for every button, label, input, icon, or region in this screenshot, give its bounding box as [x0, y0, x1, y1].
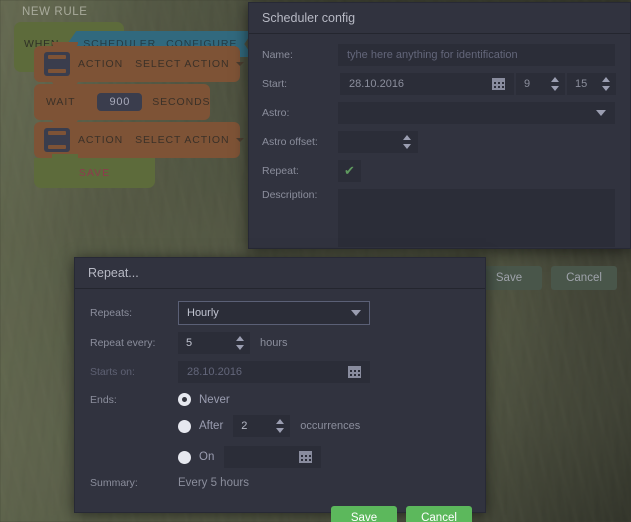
ends-never-row: Ends: Never — [90, 393, 470, 406]
repeat-every-row: Repeat every: 5 hours — [90, 332, 470, 354]
action-block-2-label: ACTION — [78, 134, 124, 146]
ends-after-label: After — [199, 420, 224, 432]
ends-never-radio[interactable] — [178, 393, 191, 406]
name-input-placeholder: tyhe here anything for identification — [347, 49, 518, 61]
scheduler-dialog-header: Scheduler config — [249, 3, 630, 34]
action-block-2[interactable]: ACTION SELECT ACTION — [34, 118, 245, 158]
scheduler-astro-row: Astro: — [262, 102, 617, 124]
ends-on-date-input[interactable] — [224, 446, 322, 468]
name-label: Name: — [262, 49, 293, 61]
rule-save-button[interactable]: SAVE — [34, 154, 155, 188]
wait-block[interactable]: WAIT 900 SECONDS — [34, 80, 211, 120]
name-input[interactable]: tyhe here anything for identification — [338, 44, 615, 66]
repeat-dialog-title: Repeat... — [88, 266, 139, 280]
description-label: Description: — [262, 189, 318, 201]
astro-select[interactable] — [338, 102, 615, 124]
spinner-updown-icon[interactable] — [602, 77, 611, 91]
chevron-down-icon — [236, 62, 245, 66]
scheduler-repeat-row: Repeat: ✔ — [262, 160, 617, 182]
start-date-input[interactable]: 28.10.2016 — [340, 73, 514, 95]
calendar-icon — [348, 366, 361, 378]
summary-label: Summary: — [90, 477, 138, 489]
ends-after-stepper[interactable]: 2 — [233, 415, 291, 437]
starts-on-value: 28.10.2016 — [187, 366, 243, 378]
start-hour-value: 9 — [524, 78, 531, 90]
astro-offset-stepper[interactable] — [338, 131, 418, 153]
rule-save-label: SAVE — [78, 167, 111, 179]
scheduler-astro-offset-row: Astro offset: — [262, 131, 617, 153]
start-label: Start: — [262, 78, 288, 90]
chevron-down-icon — [596, 110, 606, 116]
repeat-every-stepper[interactable]: 5 — [178, 332, 250, 354]
repeat-cancel-button[interactable]: Cancel — [406, 506, 472, 522]
repeats-combobox[interactable]: Hourly — [178, 301, 370, 325]
action-placeholder-icon — [44, 128, 70, 152]
scheduler-dialog-body: Name: tyhe here anything for identificat… — [249, 34, 630, 260]
scheduler-dialog-title: Scheduler config — [262, 11, 356, 25]
repeat-dialog-footer: Save Cancel — [75, 500, 485, 522]
starts-on-input: 28.10.2016 — [178, 361, 370, 383]
repeat-every-unit: hours — [260, 337, 288, 349]
repeats-row: Repeats: Hourly — [90, 301, 470, 325]
start-date-value: 28.10.2016 — [349, 78, 405, 90]
calendar-icon[interactable] — [299, 451, 313, 463]
ends-after-radio[interactable] — [178, 419, 191, 433]
ends-label: Ends: — [90, 393, 117, 406]
chevron-down-icon[interactable] — [351, 310, 361, 316]
starts-on-label: Starts on: — [90, 366, 135, 378]
page-title: NEW RULE — [22, 6, 88, 18]
spinner-updown-icon[interactable] — [551, 77, 560, 91]
ends-on-row: On — [90, 446, 470, 468]
description-textarea[interactable] — [338, 189, 615, 247]
action-block-2-select[interactable]: SELECT ACTION — [135, 134, 245, 146]
check-icon: ✔ — [344, 163, 355, 178]
start-minute-stepper[interactable]: 15 — [567, 73, 616, 95]
action-block-2-select-label: SELECT ACTION — [135, 134, 230, 146]
summary-row: Summary: Every 5 hours — [90, 477, 470, 489]
action-block-1-select[interactable]: SELECT ACTION — [135, 58, 245, 70]
start-minute-value: 15 — [575, 78, 588, 90]
summary-value: Every 5 hours — [178, 477, 249, 489]
calendar-icon[interactable] — [492, 78, 505, 90]
rule-editor: NEW RULE WHEN SCHEDULER CONFIGURE ACTION… — [14, 6, 246, 188]
scheduler-config-dialog: Scheduler config Name: tyhe here anythin… — [248, 2, 631, 290]
ends-after-value: 2 — [241, 420, 248, 432]
repeat-dialog: Repeat... Repeats: Hourly Repeat every: … — [74, 257, 486, 522]
repeat-checkbox[interactable]: ✔ — [338, 160, 361, 182]
repeats-label: Repeats: — [90, 307, 133, 319]
ends-after-row: After 2 occurrences — [90, 415, 470, 437]
repeat-dialog-header: Repeat... — [75, 258, 485, 289]
wait-block-unit: SECONDS — [152, 96, 211, 108]
action-block-1-select-label: SELECT ACTION — [135, 58, 230, 70]
spinner-updown-icon[interactable] — [276, 419, 285, 433]
action-block-1[interactable]: ACTION SELECT ACTION — [34, 42, 245, 82]
starts-on-row: Starts on: 28.10.2016 — [90, 361, 470, 383]
action-block-1-label: ACTION — [78, 58, 124, 70]
action-placeholder-icon — [44, 52, 70, 76]
repeat-dialog-body: Repeats: Hourly Repeat every: 5 hours St… — [75, 289, 485, 500]
repeats-value: Hourly — [187, 307, 219, 319]
repeat-every-value: 5 — [186, 337, 193, 349]
spinner-updown-icon[interactable] — [403, 135, 412, 149]
repeat-every-label: Repeat every: — [90, 337, 156, 349]
ends-after-unit: occurrences — [300, 420, 361, 432]
action-stack: ACTION SELECT ACTION WAIT 900 SECONDS AC… — [34, 42, 245, 160]
scheduler-start-row: Start: 28.10.2016 9 15 — [262, 73, 617, 95]
start-hour-stepper[interactable]: 9 — [516, 73, 565, 95]
astro-label: Astro: — [262, 107, 290, 119]
astro-offset-label: Astro offset: — [262, 136, 318, 148]
spinner-updown-icon[interactable] — [236, 336, 245, 350]
wait-block-value[interactable]: 900 — [97, 93, 143, 111]
repeat-label: Repeat: — [262, 165, 299, 177]
chevron-down-icon — [236, 138, 245, 142]
ends-never-label: Never — [199, 393, 230, 406]
ends-on-label: On — [199, 451, 215, 463]
scheduler-cancel-button[interactable]: Cancel — [551, 266, 617, 290]
scheduler-description-row: Description: — [262, 189, 617, 247]
wait-block-label: WAIT — [46, 96, 76, 108]
scheduler-name-row: Name: tyhe here anything for identificat… — [262, 44, 617, 66]
repeat-save-button[interactable]: Save — [331, 506, 397, 522]
ends-on-radio[interactable] — [178, 450, 191, 464]
